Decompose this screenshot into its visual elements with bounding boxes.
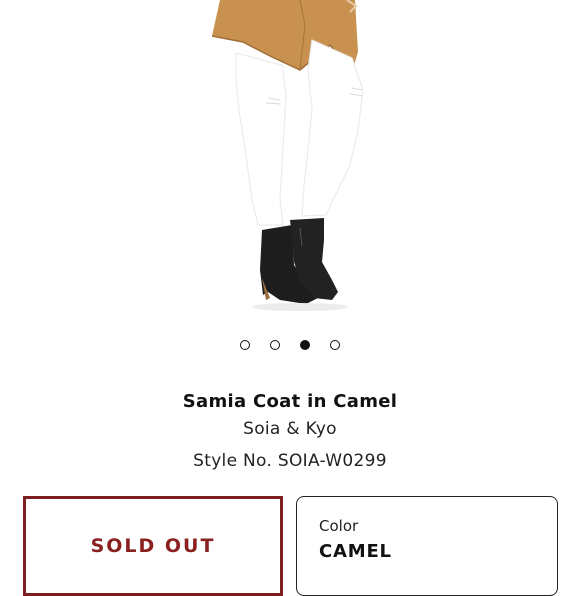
sold-out-button[interactable]: SOLD OUT (23, 496, 283, 596)
carousel-dot-4[interactable] (330, 340, 340, 350)
color-selector[interactable]: Color CAMEL (296, 496, 558, 596)
product-style-number: Style No. SOIA-W0299 (193, 451, 387, 471)
carousel-dot-3[interactable] (300, 340, 310, 350)
carousel-dot-2[interactable] (270, 340, 280, 350)
carousel-dot-1[interactable] (240, 340, 250, 350)
carousel-dots (0, 340, 580, 350)
sold-out-label: SOLD OUT (90, 535, 216, 557)
product-image[interactable] (0, 0, 580, 318)
color-value: CAMEL (319, 541, 392, 562)
product-brand[interactable]: Soia & Kyo (0, 419, 580, 439)
product-title: Samia Coat in Camel (182, 391, 398, 412)
product-photo (211, 0, 364, 311)
color-label: Color (319, 517, 359, 535)
